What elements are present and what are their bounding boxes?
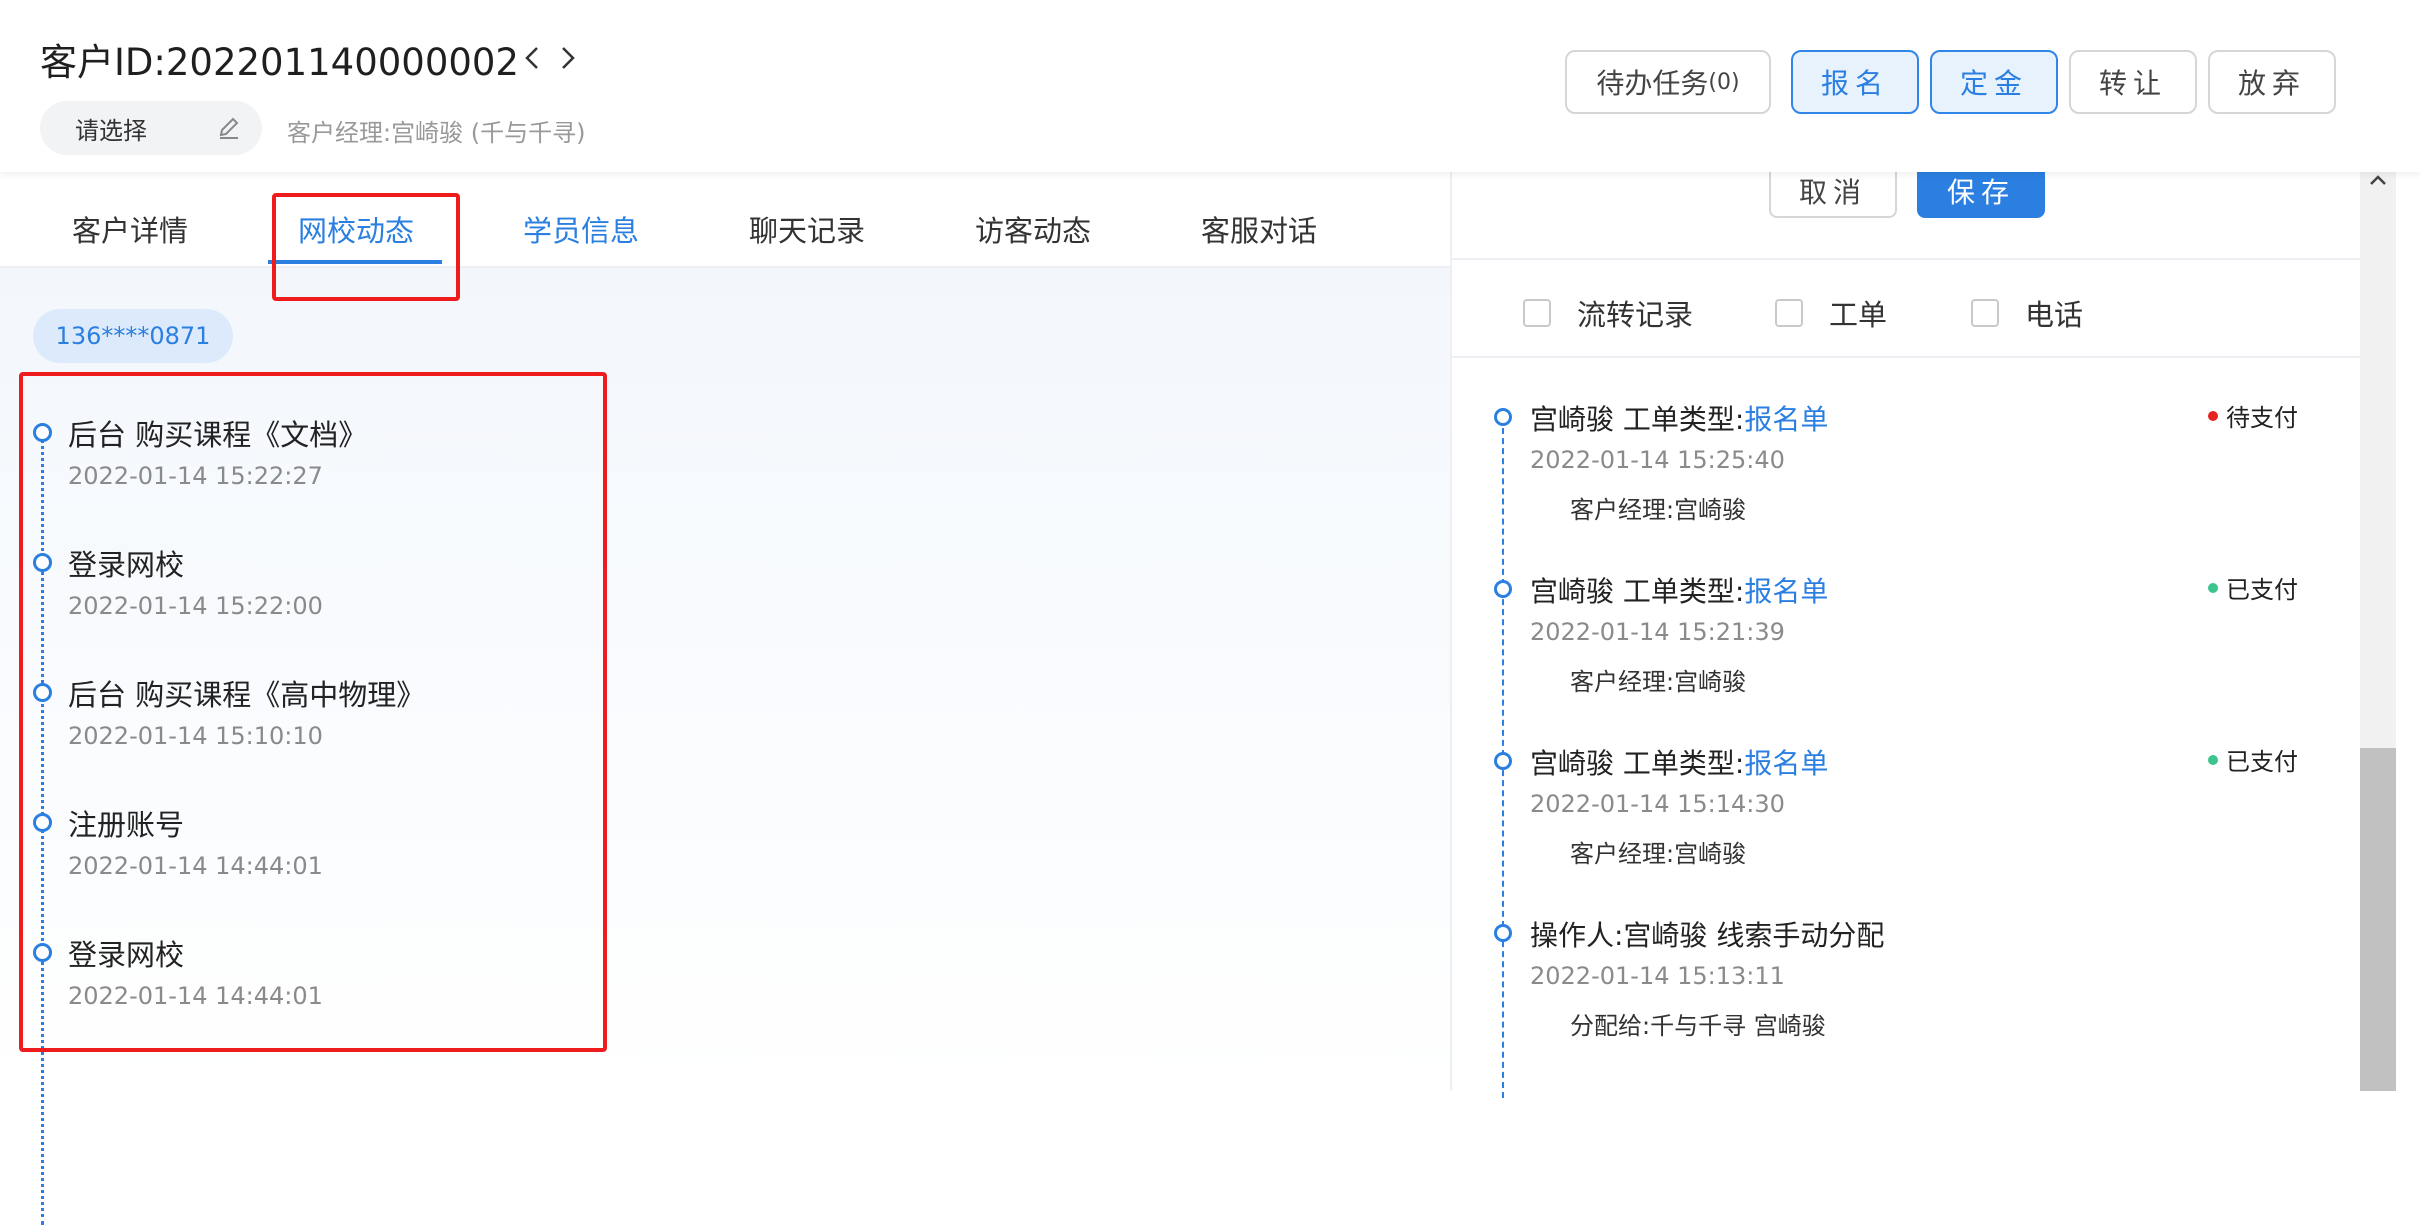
order-type-link[interactable]: 报名单 (1744, 747, 1828, 780)
school-activity-content: 136****0871 后台 购买课程《文档》 2022-01-14 15:22… (0, 268, 1450, 1225)
record-title-prefix: 宫崎骏 工单类型: (1530, 403, 1745, 436)
timeline-dot-icon (33, 943, 52, 962)
todo-tasks-count: (0) (1708, 69, 1740, 95)
record-detail: 客户经理:宫崎骏 (1570, 668, 1747, 696)
tab-student-info[interactable]: 学员信息 (523, 208, 639, 250)
transfer-button[interactable]: 转让 (2069, 50, 2197, 114)
record-time: 2022-01-14 15:25:40 (1530, 446, 1785, 474)
record-title: 宫崎骏 工单类型:报名单 (1530, 570, 1828, 610)
record-title-prefix: 宫崎骏 工单类型: (1530, 747, 1745, 780)
activity-title: 后台 购买课程《文档》 (68, 418, 368, 452)
record-item: 操作人:宫崎骏 线索手动分配 2022-01-14 15:13:11 分配给:千… (1452, 914, 2352, 1064)
filter-transfer-records[interactable]: 流转记录 (1523, 292, 1693, 334)
tab-chat-history[interactable]: 聊天记录 (749, 208, 865, 250)
record-detail: 客户经理:宫崎骏 (1570, 496, 1747, 524)
record-item: 宫崎骏 工单类型:报名单 2022-01-14 15:25:40 客户经理:宫崎… (1452, 398, 2352, 548)
filter-label: 流转记录 (1577, 298, 1694, 332)
list-item: 登录网校 2022-01-14 14:44:01 (0, 932, 620, 1032)
checkbox[interactable] (1971, 299, 1999, 327)
abandon-button[interactable]: 放弃 (2208, 50, 2336, 114)
customer-manager-label: 客户经理:宫崎骏 (千与千寻) (287, 119, 586, 147)
list-item: 后台 购买课程《高中物理》 2022-01-14 15:10:10 (0, 672, 620, 772)
previous-customer-arrow-icon[interactable] (517, 38, 547, 78)
record-title-prefix: 宫崎骏 工单类型: (1530, 575, 1745, 608)
record-title: 宫崎骏 工单类型:报名单 (1530, 742, 1828, 782)
school-activity-timeline: 后台 购买课程《文档》 2022-01-14 15:22:27 登录网校 202… (0, 268, 700, 1225)
status-label: 已支付 (2226, 748, 2298, 776)
cancel-button[interactable]: 取消 (1769, 164, 1897, 218)
filter-phone[interactable]: 电话 (1971, 292, 2083, 334)
tab-school-activity[interactable]: 网校动态 (298, 208, 414, 250)
filter-label: 工单 (1829, 298, 1888, 332)
list-item: 登录网校 2022-01-14 15:22:00 (0, 542, 620, 642)
filter-label: 电话 (2025, 298, 2084, 332)
record-detail: 客户经理:宫崎骏 (1570, 840, 1747, 868)
status-label: 待支付 (2226, 404, 2298, 432)
activity-time: 2022-01-14 15:10:10 (68, 722, 323, 750)
customer-id-title: 客户ID:202201140000002 (40, 41, 519, 84)
record-time: 2022-01-14 15:14:30 (1530, 790, 1785, 818)
status-dot-icon (2208, 582, 2218, 593)
todo-tasks-button[interactable]: 待办任务 (0) (1565, 50, 1771, 114)
activity-title: 注册账号 (68, 808, 185, 842)
activity-time: 2022-01-14 14:44:01 (68, 852, 323, 880)
right-panel-scrollbar[interactable] (2360, 160, 2396, 1091)
status-dot-icon (2208, 410, 2218, 421)
activity-time: 2022-01-14 15:22:27 (68, 462, 323, 490)
save-button[interactable]: 保存 (1917, 164, 2045, 218)
timeline-dot-icon (1494, 580, 1512, 598)
detail-tabs: 客户详情 网校动态 学员信息 聊天记录 访客动态 客服对话 (0, 172, 1450, 268)
record-time: 2022-01-14 15:13:11 (1530, 962, 1785, 990)
customer-detail-panel: 客户详情 网校动态 学员信息 聊天记录 访客动态 客服对话 136****087… (0, 172, 1450, 1225)
timeline-dot-icon (33, 683, 52, 702)
tab-customer-details[interactable]: 客户详情 (72, 208, 188, 250)
record-detail: 分配给:千与千寻 宫崎骏 (1570, 1012, 1826, 1040)
customer-header: 客户ID:202201140000002 请选择 客户经理:宫崎骏 (千与千寻)… (0, 0, 2420, 172)
scrollbar-thumb[interactable] (2360, 748, 2396, 1091)
list-item: 后台 购买课程《文档》 2022-01-14 15:22:27 (0, 412, 620, 512)
record-panel: 取消 保存 流转记录 工单 电话 宫崎骏 工单类型:报名单 2022-01-14… (1450, 160, 2362, 1098)
todo-tasks-label: 待办任务 (1596, 67, 1709, 100)
order-type-link[interactable]: 报名单 (1744, 575, 1828, 608)
activity-time: 2022-01-14 14:44:01 (68, 982, 323, 1010)
timeline-dot-icon (1494, 924, 1512, 942)
activity-title: 后台 购买课程《高中物理》 (68, 678, 426, 712)
tab-visitor-activity[interactable]: 访客动态 (975, 208, 1091, 250)
edit-icon[interactable] (216, 115, 242, 141)
status-label: 已支付 (2226, 576, 2298, 604)
payment-status: 待支付 (2208, 398, 2298, 433)
activity-title: 登录网校 (68, 938, 185, 972)
next-customer-arrow-icon[interactable] (553, 38, 583, 78)
checkbox[interactable] (1523, 299, 1551, 327)
timeline-dot-icon (1494, 752, 1512, 770)
timeline-dot-icon (33, 813, 52, 832)
signup-button[interactable]: 报名 (1791, 50, 1919, 114)
order-type-link[interactable]: 报名单 (1744, 403, 1828, 436)
deposit-button[interactable]: 定金 (1930, 50, 2058, 114)
active-tab-indicator (268, 260, 442, 264)
list-item: 注册账号 2022-01-14 14:44:01 (0, 802, 620, 902)
record-title: 操作人:宫崎骏 线索手动分配 (1530, 919, 1885, 952)
filter-work-orders[interactable]: 工单 (1775, 292, 1887, 334)
status-dot-icon (2208, 754, 2218, 765)
record-item: 宫崎骏 工单类型:报名单 2022-01-14 15:21:39 客户经理:宫崎… (1452, 570, 2352, 720)
timeline-dot-icon (33, 553, 52, 572)
timeline-dot-icon (1494, 408, 1512, 426)
activity-time: 2022-01-14 15:22:00 (68, 592, 323, 620)
timeline-dot-icon (33, 423, 52, 442)
record-title: 宫崎骏 工单类型:报名单 (1530, 398, 1828, 438)
status-select-placeholder: 请选择 (75, 116, 147, 145)
record-filters: 流转记录 工单 电话 (1452, 258, 2362, 358)
record-item: 宫崎骏 工单类型:报名单 2022-01-14 15:14:30 客户经理:宫崎… (1452, 742, 2352, 892)
payment-status: 已支付 (2208, 570, 2298, 605)
tab-service-chat[interactable]: 客服对话 (1201, 208, 1317, 250)
status-select[interactable]: 请选择 (40, 101, 262, 155)
checkbox[interactable] (1775, 299, 1803, 327)
activity-title: 登录网校 (68, 548, 185, 582)
payment-status: 已支付 (2208, 742, 2298, 777)
record-time: 2022-01-14 15:21:39 (1530, 618, 1785, 646)
